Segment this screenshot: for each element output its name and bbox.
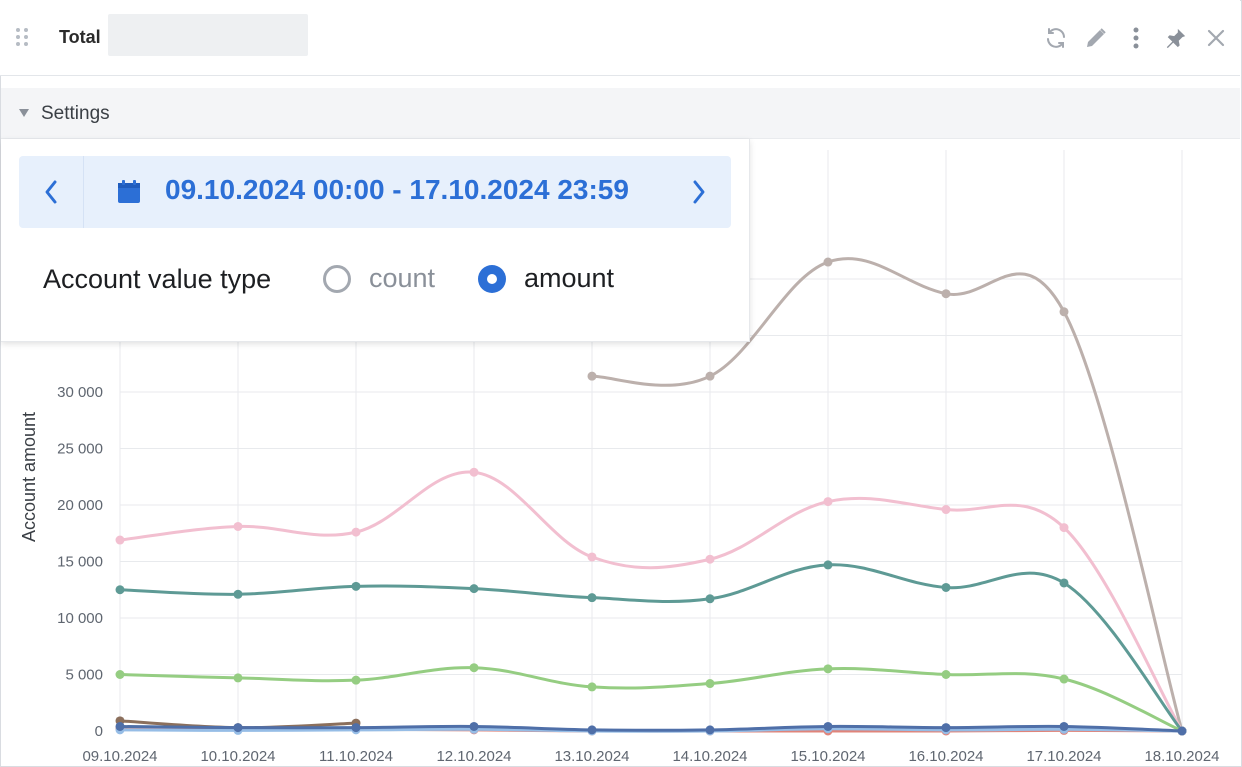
radio-count[interactable]: count	[323, 263, 435, 294]
data-point	[823, 721, 833, 731]
data-point	[823, 664, 833, 674]
data-point	[705, 594, 715, 604]
previous-period-button[interactable]	[19, 156, 84, 228]
data-point	[705, 371, 715, 381]
data-point	[587, 725, 597, 735]
date-range-picker: 09.10.2024 00:00 - 17.10.2024 23:59	[19, 156, 731, 228]
x-tick-label: 11.10.2024	[319, 748, 393, 765]
data-point	[1177, 726, 1187, 736]
data-point	[351, 723, 361, 733]
data-point	[1059, 721, 1069, 731]
x-tick-label: 13.10.2024	[554, 748, 629, 765]
radio-amount-label: amount	[524, 263, 615, 293]
radio-unchecked-icon	[323, 264, 351, 293]
y-tick-label: 25 000	[57, 441, 103, 458]
data-point	[115, 535, 125, 545]
series-line	[118, 563, 1184, 733]
data-point	[587, 371, 597, 381]
x-tick-label: 14.10.2024	[672, 748, 747, 765]
data-point	[115, 585, 125, 595]
data-point	[587, 552, 597, 562]
data-point	[941, 670, 951, 679]
data-point	[705, 679, 715, 689]
x-tick-label: 18.10.2024	[1144, 748, 1219, 765]
y-tick-label: 10 000	[57, 610, 103, 627]
data-point	[823, 560, 833, 570]
data-point	[233, 723, 243, 733]
y-tick-label: 0	[95, 723, 103, 740]
data-point	[469, 663, 479, 673]
data-point	[351, 675, 361, 685]
data-point	[1059, 307, 1069, 317]
line-chart: 0 5 000 10 000 15 000 20 000 25 000 30 000 09.1…	[19, 150, 1220, 765]
data-point	[587, 593, 597, 603]
account-value-type-label: Account value type	[43, 264, 272, 294]
y-tick-label: 15 000	[57, 554, 103, 571]
data-point	[233, 589, 243, 599]
data-point	[351, 581, 361, 591]
data-point	[705, 554, 715, 564]
chevron-left-icon	[45, 180, 57, 204]
data-point	[233, 521, 243, 531]
radio-count-label: count	[369, 263, 436, 293]
y-tick-label: 5 000	[65, 667, 103, 684]
x-tick-label: 17.10.2024	[1026, 748, 1101, 765]
series-line	[118, 666, 1184, 733]
data-point	[115, 721, 125, 731]
data-point	[1059, 523, 1069, 533]
data-point	[941, 723, 951, 733]
data-point	[705, 725, 715, 735]
date-range-text[interactable]: 09.10.2024 00:00 - 17.10.2024 23:59	[165, 174, 629, 206]
calendar-icon	[118, 180, 140, 203]
radio-amount[interactable]: amount	[478, 263, 614, 294]
data-point	[469, 721, 479, 731]
y-axis-label: Account amount	[19, 412, 39, 542]
data-point	[469, 467, 479, 477]
data-point	[1059, 674, 1069, 684]
x-tick-label: 09.10.2024	[82, 748, 157, 765]
data-point	[469, 584, 479, 594]
data-point	[115, 670, 125, 679]
chevron-right-icon	[693, 180, 705, 204]
data-point	[941, 582, 951, 592]
data-point	[587, 682, 597, 692]
next-period-button[interactable]	[667, 156, 731, 228]
radio-checked-icon	[478, 264, 506, 293]
settings-popup: 09.10.2024 00:00 - 17.10.2024 23:59 Acco…	[1, 139, 750, 342]
y-tick-label: 30 000	[57, 384, 103, 401]
data-point	[233, 673, 243, 683]
x-tick-label: 15.10.2024	[790, 748, 865, 765]
data-point	[1059, 578, 1069, 588]
y-tick-label: 20 000	[57, 497, 103, 514]
data-point	[823, 257, 833, 267]
data-point	[823, 497, 833, 507]
data-point	[941, 289, 951, 299]
data-point	[351, 527, 361, 537]
x-tick-label: 10.10.2024	[200, 748, 275, 765]
data-point	[941, 505, 951, 515]
x-tick-label: 16.10.2024	[908, 748, 983, 765]
x-tick-label: 12.10.2024	[436, 748, 511, 765]
